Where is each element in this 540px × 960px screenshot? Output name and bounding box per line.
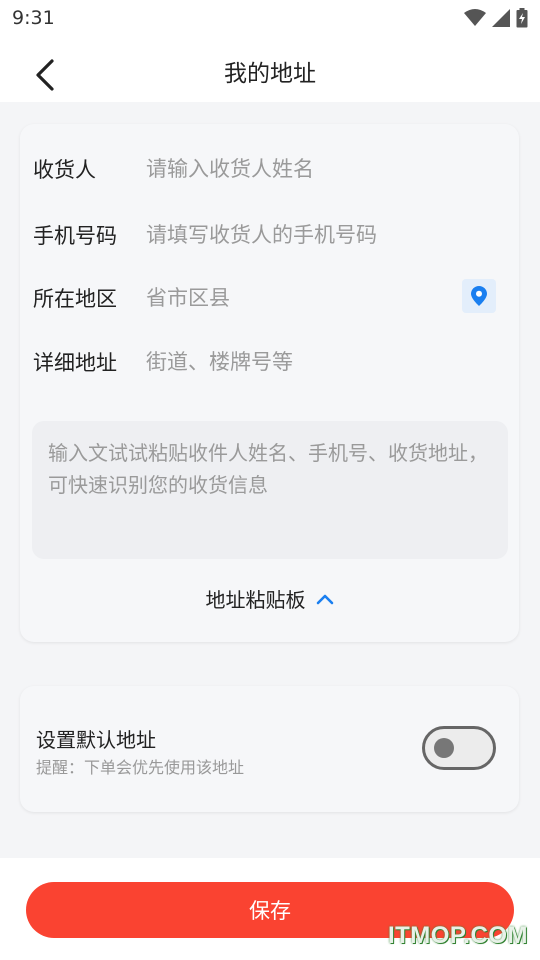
signal-icon [492, 9, 510, 27]
address-clipboard-label: 地址粘贴板 [205, 588, 306, 612]
detail-address-label: 详细地址 [33, 351, 117, 375]
address-form-card: 收货人 手机号码 所在地区 详细地址 输入文试试粘贴收件人姓名、手机号、收货地址… [20, 124, 519, 642]
status-icons [464, 8, 528, 28]
wifi-icon [464, 9, 486, 26]
address-paste-textarea[interactable]: 输入文试试粘贴收件人姓名、手机号、收货地址，可快速识别您的收货信息 [32, 421, 508, 559]
consignee-label: 收货人 [33, 158, 96, 182]
detail-address-input[interactable] [146, 344, 446, 380]
toggle-knob [434, 738, 454, 758]
address-clipboard-toggle[interactable]: 地址粘贴板 [20, 584, 519, 613]
battery-icon [516, 8, 528, 28]
chevron-up-icon [316, 594, 333, 604]
region-input[interactable] [146, 280, 446, 316]
nav-bar: 我的地址 [0, 36, 540, 102]
status-bar: 9:31 [0, 0, 540, 36]
default-address-hint: 提醒：下单会优先使用该地址 [36, 758, 245, 777]
watermark-logo: ITMOP.COM [387, 922, 528, 949]
consignee-input[interactable] [146, 151, 446, 187]
location-button[interactable] [462, 279, 496, 313]
phone-label: 手机号码 [33, 224, 117, 248]
region-label: 所在地区 [33, 287, 117, 311]
status-time: 9:31 [12, 7, 55, 29]
page-title: 我的地址 [224, 61, 316, 87]
default-address-toggle[interactable] [422, 726, 496, 770]
phone-input[interactable] [146, 217, 446, 253]
default-address-title: 设置默认地址 [36, 728, 156, 752]
default-address-card: 设置默认地址 提醒：下单会优先使用该地址 [20, 686, 519, 812]
location-pin-icon [471, 286, 487, 306]
